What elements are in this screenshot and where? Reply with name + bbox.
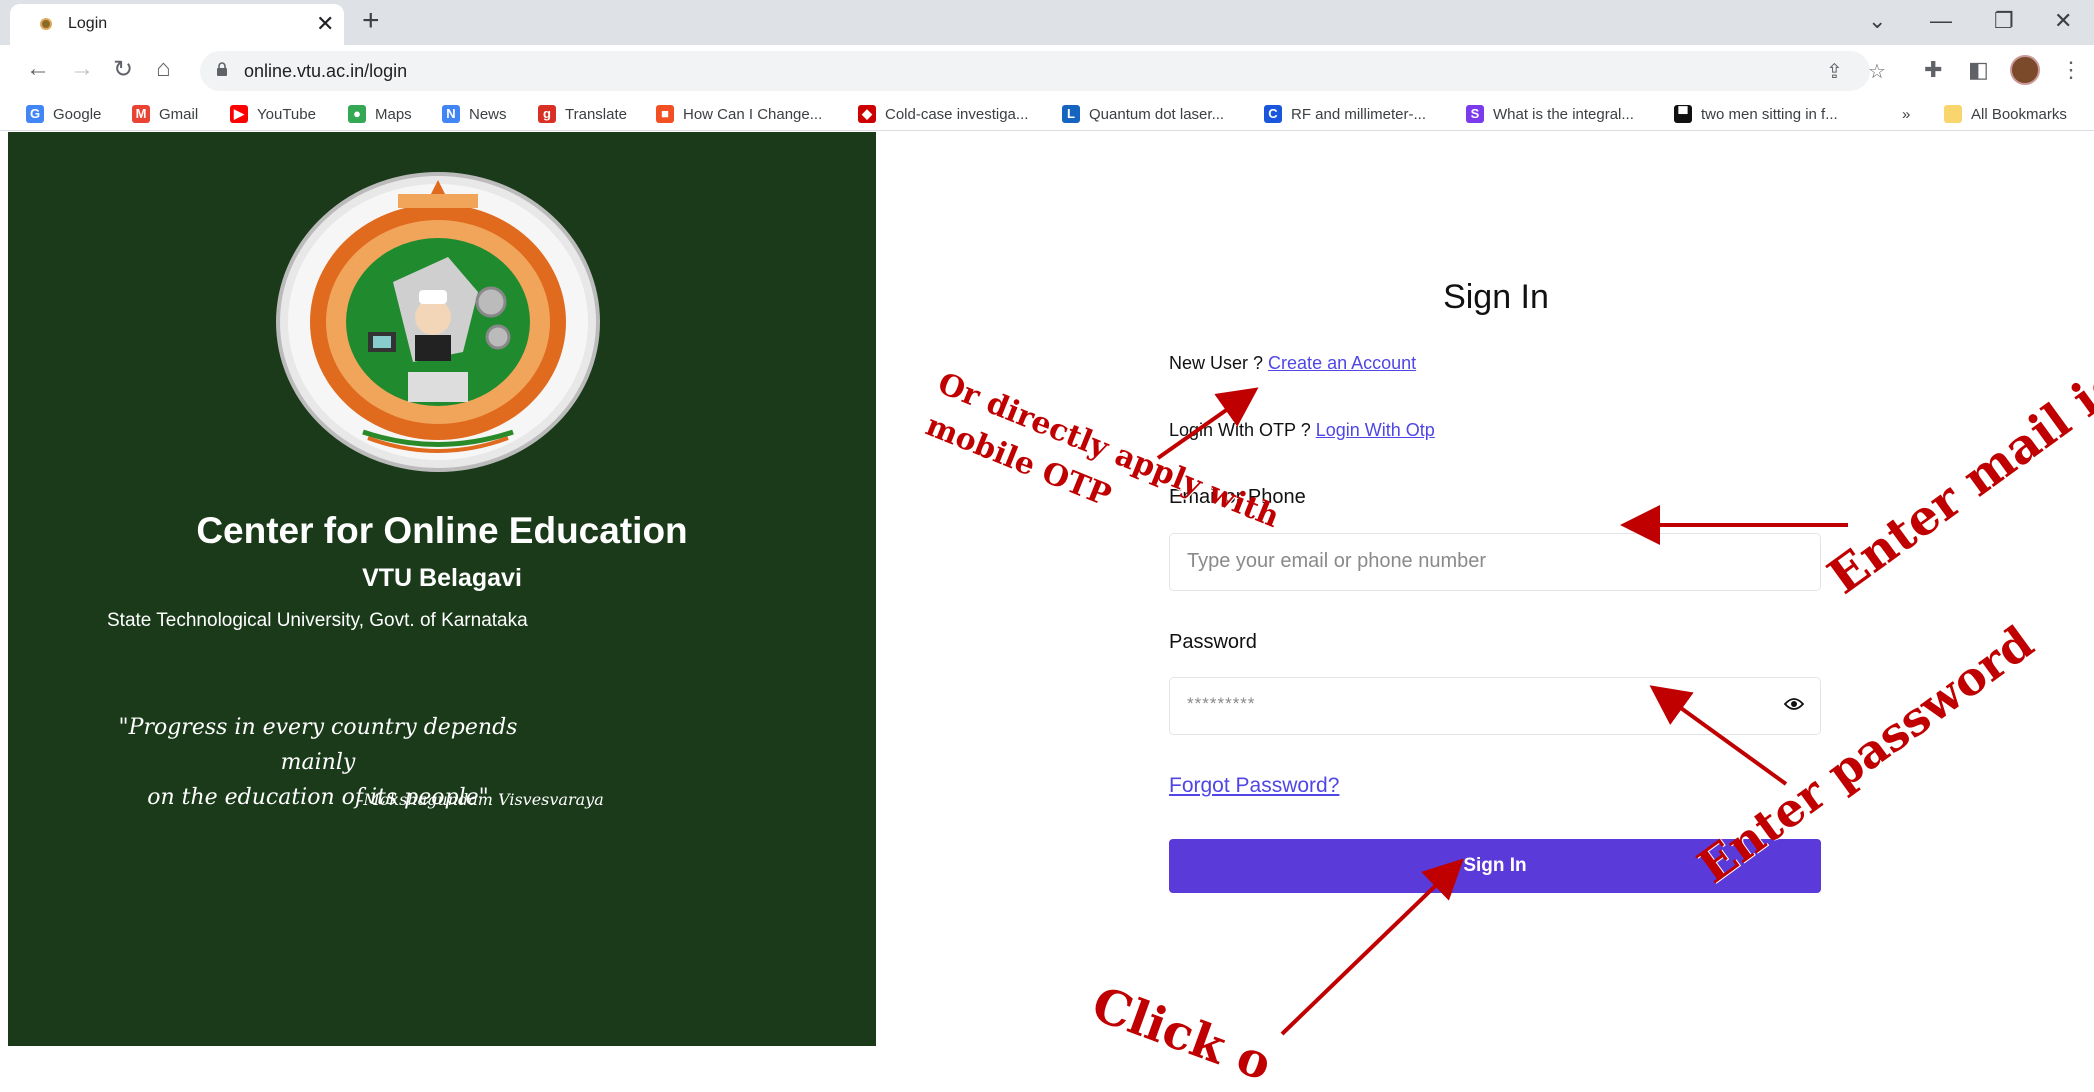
email-field[interactable]: Type your email or phone number <box>1169 533 1821 591</box>
menu-icon[interactable]: ⋮ <box>2060 57 2082 83</box>
bookmark-item[interactable]: C RF and millimeter-... <box>1264 103 1426 125</box>
circle-c-icon: C <box>1264 105 1282 123</box>
forward-icon[interactable]: → <box>70 55 94 83</box>
bookmark-label: How Can I Change... <box>683 105 823 123</box>
new-user-row: New User ? Create an Account <box>1169 353 1416 374</box>
s-icon: S <box>1466 105 1484 123</box>
bookmark-label: Quantum dot laser... <box>1089 105 1225 123</box>
close-window-icon[interactable]: ✕ <box>2054 8 2072 34</box>
bookmark-item[interactable]: S What is the integral... <box>1466 103 1634 125</box>
bookmark-item[interactable]: ● Maps <box>348 103 412 125</box>
login-page: Center for Online Education VTU Belagavi… <box>8 132 2094 1046</box>
gmail-icon: M <box>132 105 150 123</box>
bookmark-label: Cold-case investiga... <box>885 105 1029 123</box>
bookmark-item[interactable]: L Quantum dot laser... <box>1062 103 1224 125</box>
signin-panel: Sign In New User ? Create an Account Log… <box>876 132 2094 1046</box>
diamond-icon: ◆ <box>858 105 876 123</box>
center-title: Center for Online Education <box>196 510 688 551</box>
bookmark-label: Gmail <box>159 105 199 123</box>
extensions-icon[interactable]: ✚ <box>1924 57 1942 83</box>
url-text[interactable]: online.vtu.ac.in/login <box>244 61 407 82</box>
bookmark-label: RF and millimeter-... <box>1291 105 1427 123</box>
bookmark-item[interactable]: ▶ YouTube <box>230 103 316 125</box>
bookmark-item[interactable]: ▀ two men sitting in f... <box>1674 103 1838 125</box>
new-user-text: New User ? <box>1169 353 1264 373</box>
all-bookmarks-button[interactable]: All Bookmarks <box>1944 103 2067 125</box>
home-icon[interactable]: ⌂ <box>156 55 171 83</box>
bookmark-label: YouTube <box>257 105 316 123</box>
bookmark-label: Google <box>53 105 102 123</box>
bookmark-item[interactable]: ◆ Cold-case investiga... <box>858 103 1028 125</box>
favicon-icon <box>40 18 52 30</box>
news-icon: N <box>442 105 460 123</box>
otp-row: Login With OTP ? Login With Otp <box>1169 420 1435 441</box>
create-account-link[interactable]: Create an Account <box>1268 353 1416 373</box>
password-field[interactable]: ********* <box>1169 677 1821 735</box>
brand-panel: Center for Online Education VTU Belagavi… <box>8 132 876 1046</box>
quote-line: "Progress in every country depends mainl… <box>118 715 518 775</box>
bookmark-item[interactable]: M Gmail <box>132 103 198 125</box>
password-label: Password <box>1169 631 1257 653</box>
share-icon[interactable]: ⇪ <box>1826 59 1843 84</box>
tab-strip: Login ✕ + ⌄ — ❐ ✕ <box>0 0 2094 45</box>
bookmark-item[interactable]: ■ How Can I Change... <box>656 103 822 125</box>
bracket-icon: L <box>1062 105 1080 123</box>
bookmarks-overflow-icon[interactable]: » <box>1902 103 1910 125</box>
forgot-password-link[interactable]: Forgot Password? <box>1169 774 1339 798</box>
google-icon: G <box>26 105 44 123</box>
otp-text: Login With OTP ? <box>1169 420 1311 440</box>
tab-title: Login <box>68 15 108 32</box>
profile-avatar[interactable] <box>2010 55 2040 85</box>
close-tab-icon[interactable]: ✕ <box>316 11 334 37</box>
minimize-icon[interactable]: — <box>1930 8 1952 34</box>
bookmark-label: two men sitting in f... <box>1701 105 1838 123</box>
browser-toolbar: ← → ↻ ⌂ online.vtu.ac.in/login ⇪ ☆ ✚ ◧ ⋮ <box>0 45 2094 97</box>
university-tagline: State Technological University, Govt. of… <box>107 610 528 631</box>
bookmark-label: News <box>469 105 507 123</box>
bookmarks-bar: G Google M Gmail ▶ YouTube ● Maps N News g Translat… <box>0 97 2094 131</box>
university-name: VTU Belagavi <box>362 564 522 592</box>
bookmark-item[interactable]: N News <box>442 103 507 125</box>
signin-title: Sign In <box>1443 278 1549 316</box>
tab-search-icon[interactable]: ⌄ <box>1868 8 1886 34</box>
youtube-icon: ▶ <box>230 105 248 123</box>
bookmark-star-icon[interactable]: ☆ <box>1868 59 1886 84</box>
lock-icon <box>217 62 227 76</box>
browser-tab[interactable]: Login ✕ <box>10 4 344 45</box>
address-bar[interactable]: online.vtu.ac.in/login ⇪ ☆ <box>200 51 1886 91</box>
university-seal-logo <box>276 172 600 472</box>
quote-author: -Mokshagundam Visvesvaraya <box>358 790 604 809</box>
show-password-eye-icon[interactable] <box>1784 697 1804 711</box>
bookmark-label: Maps <box>375 105 412 123</box>
password-value: ********* <box>1187 694 1256 713</box>
microsoft-icon: ■ <box>656 105 674 123</box>
reload-icon[interactable]: ↻ <box>113 55 133 84</box>
new-tab-icon[interactable]: + <box>362 4 380 38</box>
maps-icon: ● <box>348 105 366 123</box>
all-bookmarks-label: All Bookmarks <box>1971 105 2067 123</box>
bookmark-item[interactable]: g Translate <box>538 103 627 125</box>
side-panel-icon[interactable]: ◧ <box>1968 57 1989 83</box>
back-icon[interactable]: ← <box>26 55 50 83</box>
unsplash-icon: ▀ <box>1674 105 1692 123</box>
translate-icon: g <box>538 105 556 123</box>
email-placeholder: Type your email or phone number <box>1187 550 1487 572</box>
bookmark-label: Translate <box>565 105 627 123</box>
login-with-otp-link[interactable]: Login With Otp <box>1316 420 1435 440</box>
folder-icon <box>1944 105 1962 123</box>
bookmark-item[interactable]: G Google <box>26 103 101 125</box>
bookmark-label: What is the integral... <box>1493 105 1634 123</box>
restore-icon[interactable]: ❐ <box>1994 8 2014 34</box>
